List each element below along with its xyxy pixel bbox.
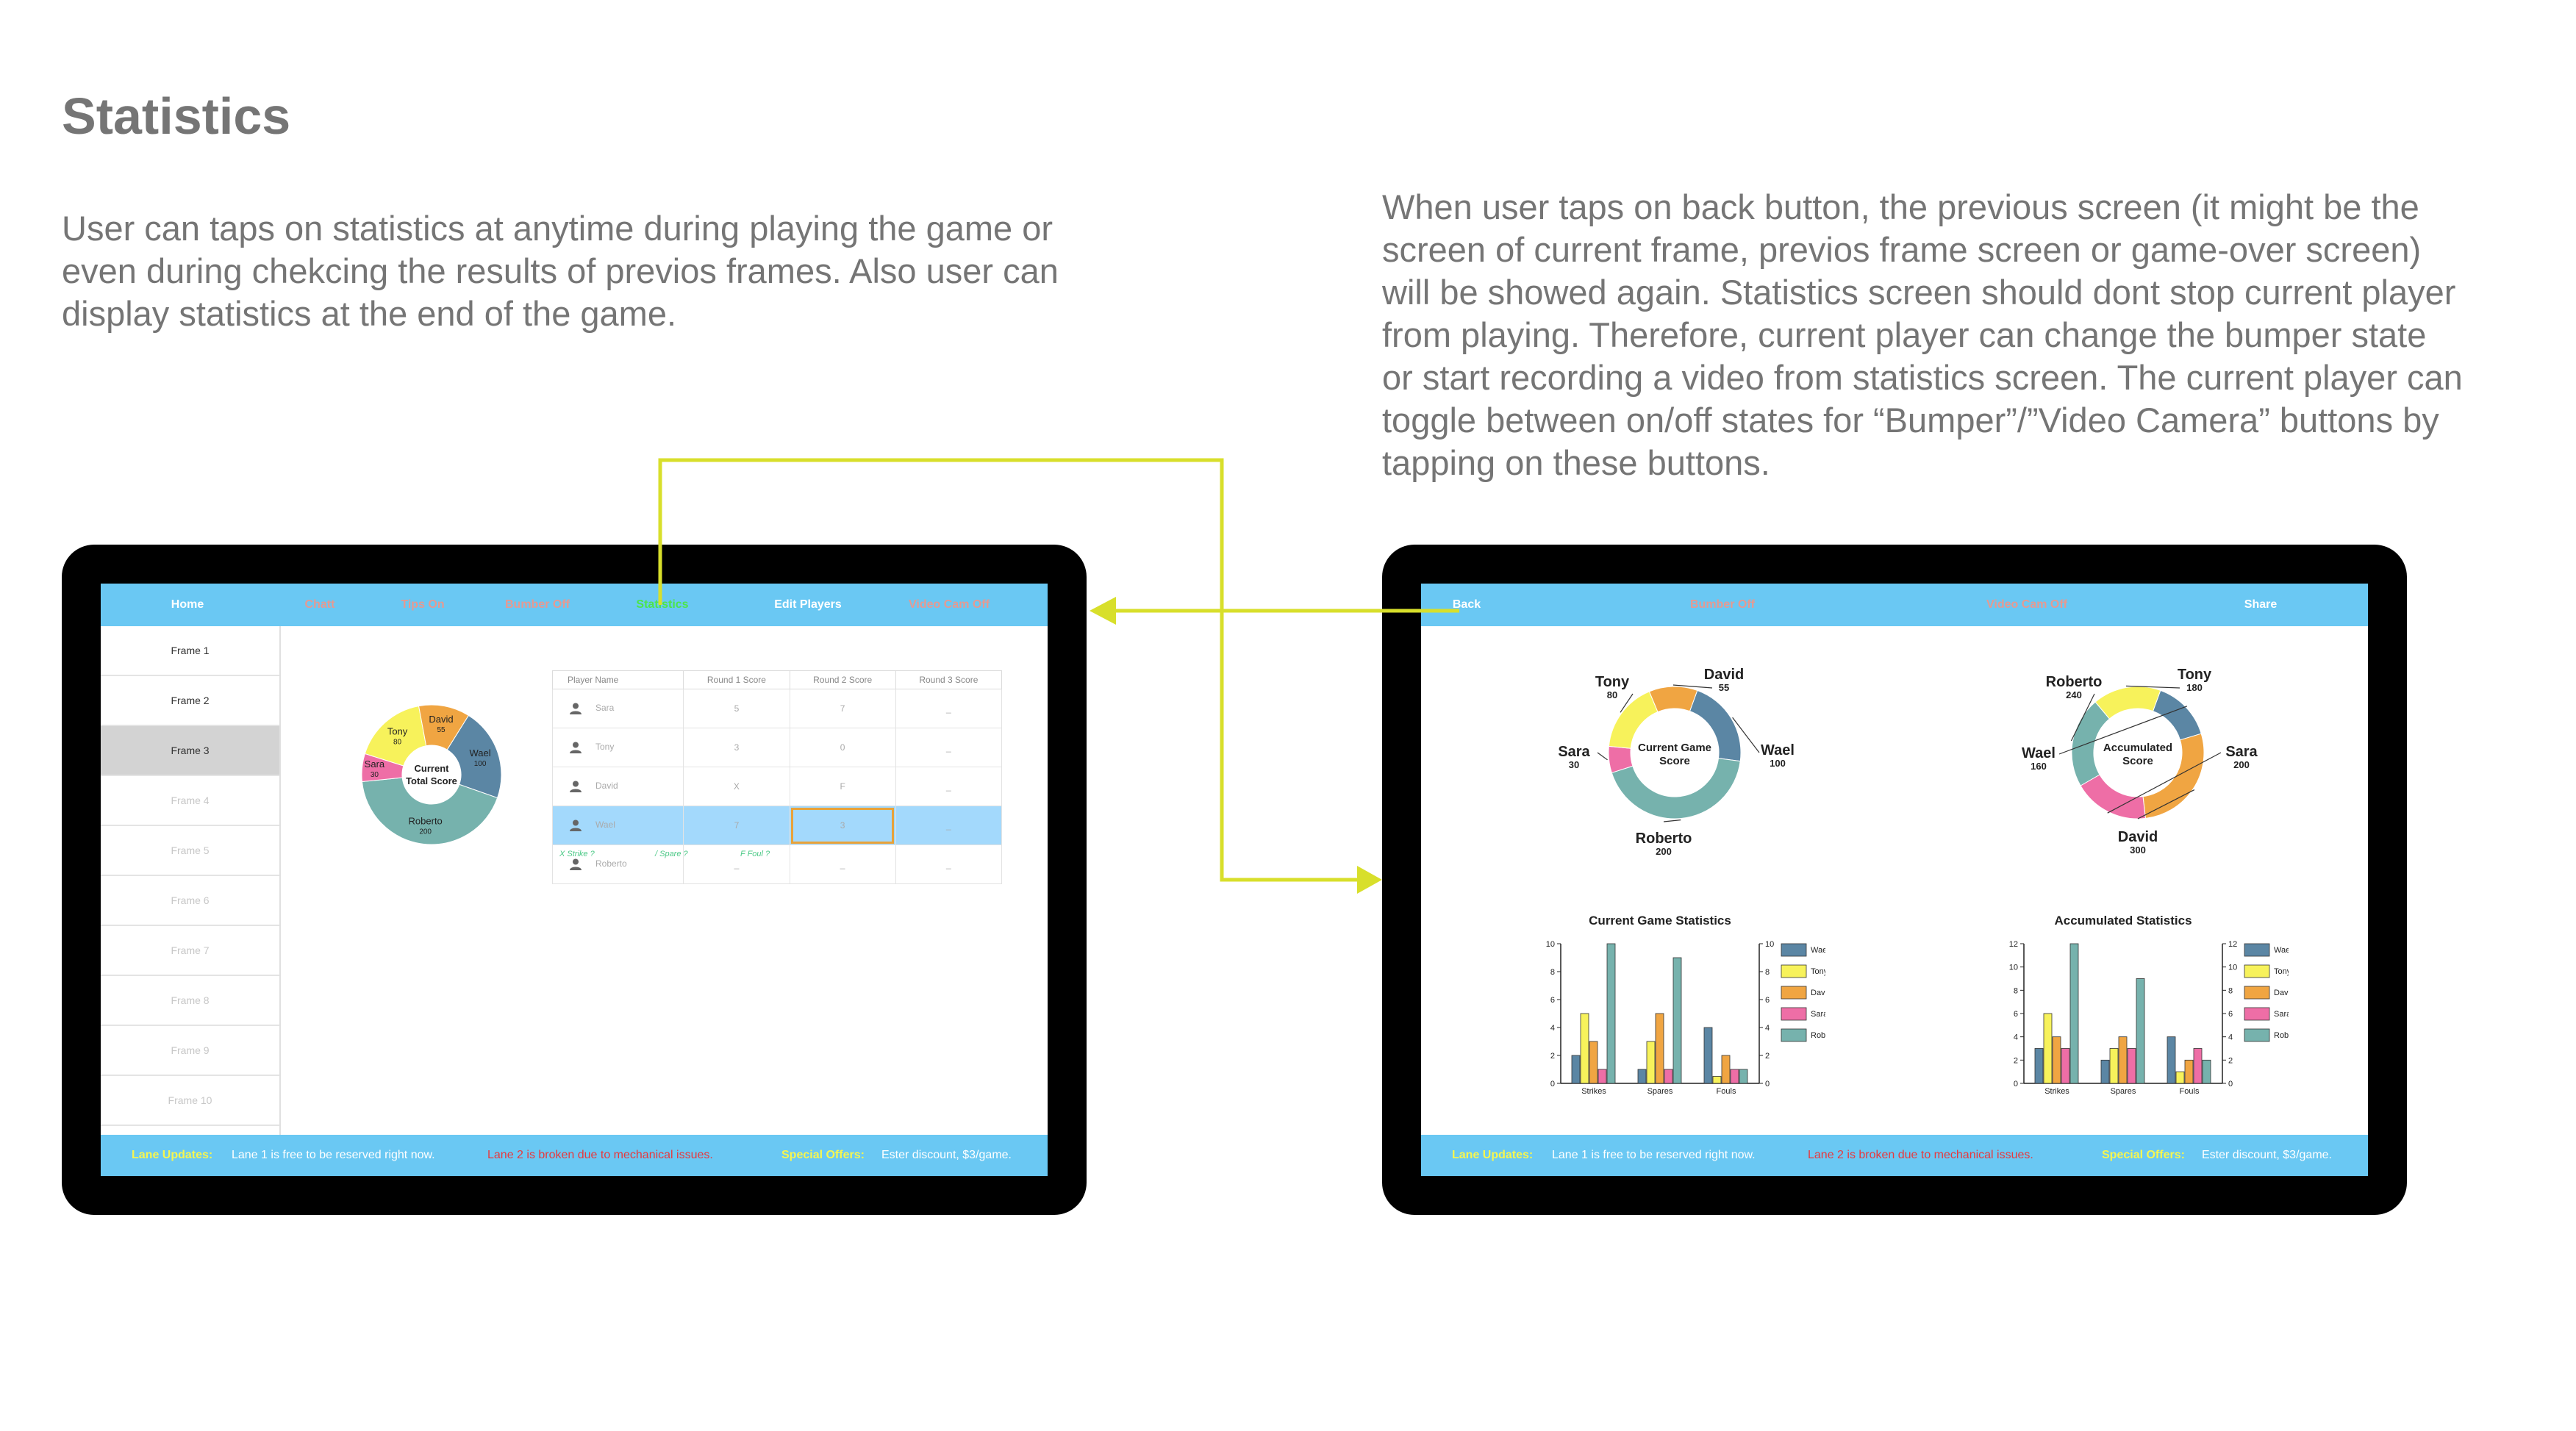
flow-connector-arrows <box>658 458 1459 894</box>
arrowhead-left <box>1090 597 1116 625</box>
arrowhead-right <box>1357 866 1382 894</box>
connector-statistics-to-stats-screen <box>658 458 1364 882</box>
